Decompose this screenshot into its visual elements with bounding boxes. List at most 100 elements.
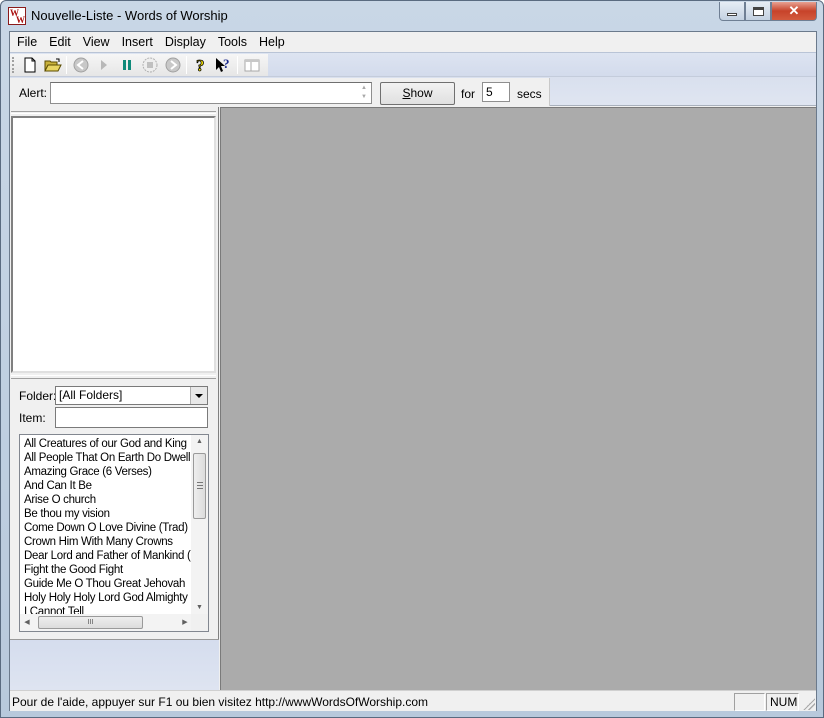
- seconds-input[interactable]: 5: [482, 82, 510, 102]
- song-list-item[interactable]: Crown Him With Many Crowns: [24, 535, 192, 549]
- spin-down-icon[interactable]: ▼: [358, 93, 370, 102]
- menu-file[interactable]: File: [11, 32, 43, 52]
- alert-input[interactable]: ▲ ▼: [50, 82, 372, 104]
- show-accelerator: S: [402, 86, 411, 100]
- menu-view[interactable]: View: [77, 32, 116, 52]
- alert-label: Alert:: [19, 86, 48, 100]
- previous-button[interactable]: [69, 54, 92, 76]
- previous-icon: [73, 57, 88, 73]
- vertical-scrollbar[interactable]: ▲ ▼: [191, 435, 208, 615]
- horizontal-scrollbar[interactable]: ◀ III ▶: [20, 614, 192, 631]
- scroll-up-icon[interactable]: ▲: [191, 435, 208, 449]
- song-list-item[interactable]: All People That On Earth Do Dwell: [24, 451, 192, 465]
- client-area: File Edit View Insert Display Tools Help: [9, 31, 817, 711]
- song-list-item[interactable]: Dear Lord and Father of Mankind (5: [24, 549, 192, 563]
- display-workspace[interactable]: [220, 107, 816, 690]
- status-bar: Pour de l'aide, appuyer sur F1 ou bien v…: [10, 690, 816, 711]
- left-pane: Folder: [All Folders] Item: All Creature…: [10, 107, 219, 690]
- context-help-button[interactable]: ?: [212, 54, 235, 76]
- next-button[interactable]: [161, 54, 184, 76]
- song-listbox[interactable]: All Creatures of our God and King All Peo…: [19, 434, 209, 632]
- layout-button[interactable]: [240, 54, 263, 76]
- folder-select-value: [All Folders]: [59, 388, 123, 402]
- app-logo-icon[interactable]: WW: [8, 7, 26, 25]
- svg-text:?: ?: [196, 57, 205, 74]
- schedule-list[interactable]: [11, 116, 216, 373]
- maximize-icon: [752, 6, 764, 16]
- folder-select[interactable]: [All Folders]: [55, 386, 208, 405]
- song-list-item[interactable]: Arise O church: [24, 493, 192, 507]
- scrollbar-corner: [191, 614, 208, 631]
- alert-bar: Alert: ▲ ▼ Show for 5 secs: [10, 76, 816, 106]
- menu-display[interactable]: Display: [159, 32, 212, 52]
- alert-spinner[interactable]: ▲ ▼: [358, 84, 370, 102]
- scroll-down-icon[interactable]: ▼: [191, 601, 208, 615]
- pause-button[interactable]: [115, 54, 138, 76]
- maximize-button[interactable]: [745, 2, 771, 21]
- toolbar-separator: [186, 56, 187, 74]
- horizontal-scroll-thumb[interactable]: III: [38, 616, 143, 629]
- vertical-scroll-thumb[interactable]: [193, 453, 206, 519]
- close-button[interactable]: ✕: [771, 2, 817, 21]
- menu-help[interactable]: Help: [253, 32, 291, 52]
- left-pane-footer: [10, 639, 219, 690]
- new-icon: [24, 57, 35, 73]
- show-label-rest: how: [410, 86, 433, 100]
- song-list-item[interactable]: Holy Holy Holy Lord God Almighty: [24, 591, 192, 605]
- toolbar-separator: [237, 56, 238, 74]
- folder-label: Folder:: [19, 389, 57, 403]
- show-alert-button[interactable]: Show: [380, 82, 455, 105]
- open-button[interactable]: [41, 54, 64, 76]
- menu-edit[interactable]: Edit: [43, 32, 77, 52]
- close-icon: ✕: [788, 3, 800, 18]
- status-text: Pour de l'aide, appuyer sur F1 ou bien v…: [12, 695, 429, 709]
- spin-up-icon[interactable]: ▲: [358, 84, 370, 93]
- scroll-right-icon[interactable]: ▶: [178, 614, 192, 631]
- song-list-item[interactable]: Guide Me O Thou Great Jehovah: [24, 577, 192, 591]
- song-list-item[interactable]: Amazing Grace (6 Verses): [24, 465, 192, 479]
- open-folder-icon: [43, 58, 62, 71]
- for-label: for: [461, 87, 476, 101]
- chevron-down-icon[interactable]: [190, 387, 207, 404]
- item-label: Item:: [19, 411, 46, 425]
- song-list-item[interactable]: Come Down O Love Divine (Trad): [24, 521, 192, 535]
- status-indicator-blank: [734, 693, 765, 711]
- pane-divider: [11, 111, 216, 114]
- thumb-grip-icon: [197, 482, 203, 489]
- minimize-button[interactable]: [719, 2, 745, 21]
- song-list-item[interactable]: Be thou my vision: [24, 507, 192, 521]
- layout-icon: [244, 59, 259, 71]
- menu-bar: File Edit View Insert Display Tools Help: [10, 32, 816, 52]
- pause-icon: [122, 60, 131, 70]
- next-icon: [165, 57, 180, 73]
- alert-panel: Alert: ▲ ▼ Show for 5 secs: [10, 78, 550, 106]
- play-button[interactable]: [92, 54, 115, 76]
- main-toolbar: ? ?: [10, 54, 268, 76]
- app-window: WW Nouvelle-Liste - Words of Worship ✕ F…: [0, 0, 824, 718]
- play-icon: [100, 60, 107, 70]
- help-icon: ?: [195, 57, 205, 74]
- song-list-item[interactable]: All Creatures of our God and King: [24, 437, 192, 451]
- title-bar[interactable]: WW Nouvelle-Liste - Words of Worship ✕: [1, 1, 823, 31]
- num-lock-indicator: NUM: [766, 693, 799, 711]
- toolbar-band: ? ?: [10, 52, 816, 76]
- scroll-left-icon[interactable]: ◀: [20, 614, 34, 631]
- resize-grip-icon[interactable]: [803, 698, 815, 710]
- menu-insert[interactable]: Insert: [116, 32, 159, 52]
- song-list-item[interactable]: Fight the Good Fight: [24, 563, 192, 577]
- secs-label: secs: [517, 87, 542, 101]
- help-button[interactable]: ?: [189, 54, 212, 76]
- toolbar-separator: [66, 56, 67, 74]
- context-help-icon: ?: [215, 57, 230, 72]
- svg-text:?: ?: [223, 57, 230, 71]
- new-button[interactable]: [18, 54, 41, 76]
- stop-icon: [142, 57, 157, 73]
- menu-tools[interactable]: Tools: [212, 32, 253, 52]
- minimize-icon: [727, 13, 737, 16]
- item-search-input[interactable]: [55, 407, 208, 428]
- toolbar-grip[interactable]: [12, 57, 14, 73]
- pane-splitter[interactable]: [11, 375, 216, 379]
- stop-button[interactable]: [138, 54, 161, 76]
- song-list-item[interactable]: And Can It Be: [24, 479, 192, 493]
- window-title: Nouvelle-Liste - Words of Worship: [31, 8, 228, 23]
